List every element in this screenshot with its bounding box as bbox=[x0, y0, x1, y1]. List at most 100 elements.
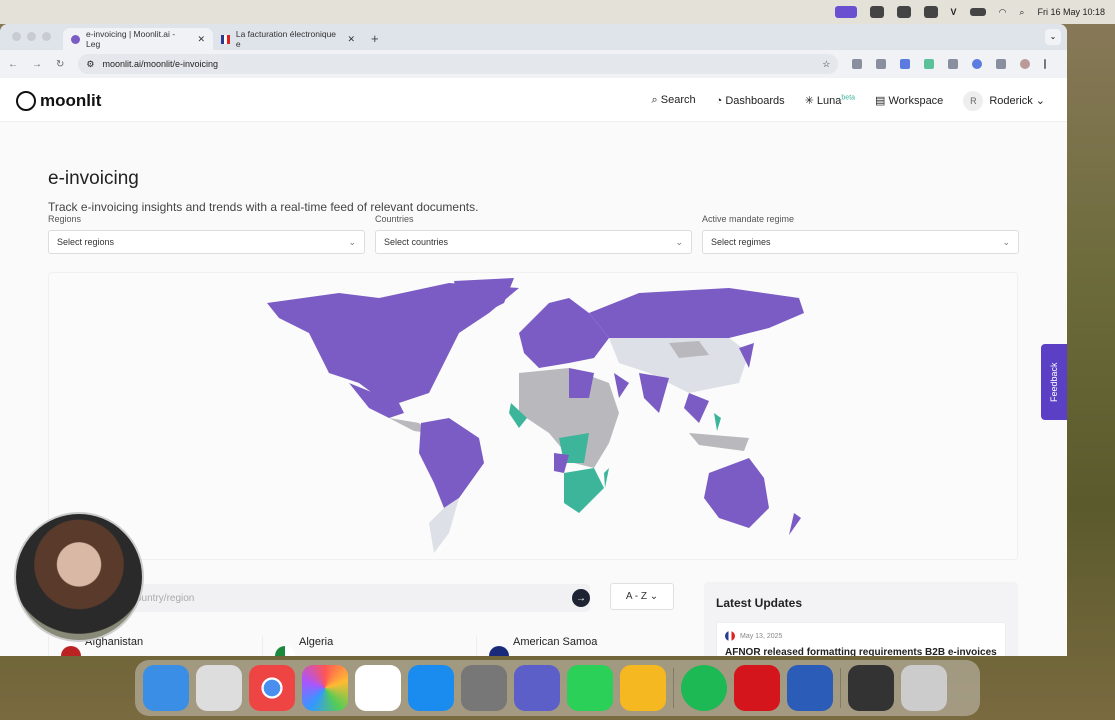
asia[interactable] bbox=[609, 338, 754, 451]
regions-select[interactable]: Select regions ⌄ bbox=[48, 230, 365, 254]
system-settings-icon[interactable] bbox=[461, 665, 507, 711]
moonlit-logo[interactable]: moonlit bbox=[16, 90, 101, 111]
reload-icon[interactable]: ↻ bbox=[56, 59, 64, 70]
top-nav: moonlit ⌕ Search ◔ Dashboards ✳ Lunabeta… bbox=[0, 80, 1067, 122]
country-name: Algeria bbox=[299, 636, 334, 648]
v-icon[interactable]: V bbox=[951, 7, 957, 17]
feedback-label: Feedback bbox=[1049, 362, 1059, 402]
nav-workspace[interactable]: ▤ Workspace bbox=[875, 94, 943, 107]
search-icon[interactable]: ⌕ bbox=[1019, 7, 1024, 18]
site-info-icon[interactable]: ⚙ bbox=[86, 59, 94, 70]
chevron-down-icon: ⌄ bbox=[649, 591, 659, 602]
france-flag-icon bbox=[725, 631, 735, 641]
finder-icon[interactable] bbox=[143, 665, 189, 711]
filter-label: Countries bbox=[375, 214, 414, 224]
search-icon: ⌕ bbox=[651, 94, 661, 106]
filter-label: Regions bbox=[48, 214, 82, 224]
french-gov-favicon-icon bbox=[221, 34, 230, 44]
whatsapp-icon[interactable] bbox=[567, 665, 613, 711]
page-title: e-invoicing bbox=[48, 168, 139, 189]
teams-icon[interactable] bbox=[514, 665, 560, 711]
europe[interactable] bbox=[519, 298, 609, 368]
russia[interactable] bbox=[589, 288, 804, 338]
address-bar[interactable]: ⚙ moonlit.ai/moonlit/e-invoicing ☆ bbox=[78, 54, 839, 74]
launchpad-icon[interactable] bbox=[196, 665, 242, 711]
regions-filter: Regions Select regions ⌄ bbox=[48, 214, 365, 254]
update-item[interactable]: May 13, 2025 AFNOR released formatting r… bbox=[716, 622, 1006, 656]
chevron-down-icon: ⌄ bbox=[348, 236, 356, 247]
extension-icon[interactable] bbox=[972, 59, 983, 69]
window-controls[interactable] bbox=[12, 32, 51, 41]
update-title: AFNOR released formatting requirements B… bbox=[725, 647, 997, 656]
app-icon[interactable] bbox=[923, 6, 938, 18]
american-samoa-flag-icon bbox=[489, 646, 509, 656]
user-name: Roderick bbox=[989, 94, 1033, 107]
extensions bbox=[852, 59, 1047, 69]
latest-updates-panel: Latest Updates May 13, 2025 AFNOR releas… bbox=[704, 582, 1018, 656]
forward-icon[interactable]: → bbox=[32, 59, 42, 70]
chevron-down-icon: ⌄ bbox=[1002, 236, 1010, 247]
extension-icon[interactable] bbox=[948, 59, 959, 69]
extension-icon[interactable] bbox=[900, 59, 911, 69]
word-icon[interactable] bbox=[787, 665, 833, 711]
puzzle-icon[interactable] bbox=[996, 59, 1007, 69]
acrobat-icon[interactable] bbox=[734, 665, 780, 711]
battery-icon[interactable] bbox=[969, 8, 986, 16]
nav-luna[interactable]: ✳ Lunabeta bbox=[805, 94, 855, 107]
country-card[interactable]: American Samoa bbox=[476, 636, 666, 656]
trash-icon[interactable] bbox=[901, 665, 947, 711]
oceania[interactable] bbox=[704, 458, 801, 535]
screen-share-icon[interactable] bbox=[834, 6, 857, 18]
close-tab-icon[interactable]: ✕ bbox=[197, 34, 205, 45]
browser-window: e-invoicing | Moonlit.ai - Leg ✕ La factu… bbox=[0, 24, 1067, 656]
app-icon[interactable] bbox=[896, 6, 911, 18]
datetime[interactable]: Fri 16 May 10:18 bbox=[1037, 7, 1105, 17]
app-icon[interactable] bbox=[869, 6, 884, 18]
photos-icon[interactable] bbox=[302, 665, 348, 711]
chevron-down-icon: ⌄ bbox=[1035, 94, 1045, 107]
extension-icon[interactable] bbox=[876, 59, 887, 69]
country-name: American Samoa bbox=[513, 636, 598, 648]
more-menu-icon[interactable] bbox=[1044, 59, 1047, 69]
tab-e-invoicing[interactable]: e-invoicing | Moonlit.ai - Leg ✕ bbox=[63, 28, 213, 50]
select-placeholder: Select regimes bbox=[711, 237, 771, 247]
wifi-icon[interactable]: ◠ bbox=[999, 7, 1007, 18]
nav-search[interactable]: ⌕ Search bbox=[652, 94, 696, 107]
arrow-right-icon[interactable]: → bbox=[572, 589, 590, 607]
nav-dashboards[interactable]: ◔ Dashboards bbox=[716, 95, 785, 107]
updates-title: Latest Updates bbox=[716, 596, 803, 610]
user-menu[interactable]: R Roderick ⌄ bbox=[963, 90, 1045, 111]
world-map[interactable] bbox=[48, 272, 1018, 560]
country-card[interactable]: Algeria bbox=[262, 636, 452, 656]
countries-select[interactable]: Select countries ⌄ bbox=[375, 230, 692, 254]
search-placeholder: ountry/region bbox=[136, 592, 195, 604]
algeria-flag-icon bbox=[275, 646, 295, 656]
tab-facturation[interactable]: La facturation électronique e ✕ bbox=[213, 28, 363, 50]
reminders-icon[interactable] bbox=[355, 665, 401, 711]
tab-search-button[interactable]: ⌄ bbox=[1045, 29, 1061, 45]
tab-label: La facturation électronique e bbox=[235, 29, 337, 49]
extension-icon[interactable] bbox=[852, 59, 863, 69]
chrome-icon[interactable] bbox=[249, 665, 295, 711]
south-america[interactable] bbox=[419, 418, 484, 553]
recent-document-icon[interactable] bbox=[848, 665, 894, 711]
afghanistan-flag-icon bbox=[61, 646, 81, 656]
profile-avatar[interactable] bbox=[1020, 59, 1031, 69]
app-store-icon[interactable] bbox=[408, 665, 454, 711]
keep-icon[interactable] bbox=[620, 665, 666, 711]
sort-dropdown[interactable]: A - Z ⌄ bbox=[610, 583, 674, 610]
menu-bar: V ◠ ⌕ Fri 16 May 10:18 bbox=[0, 0, 1115, 24]
feedback-tab[interactable]: Feedback bbox=[1041, 344, 1067, 420]
bookmark-star-icon[interactable]: ☆ bbox=[822, 59, 830, 70]
close-tab-icon[interactable]: ✕ bbox=[347, 34, 355, 45]
page-subtitle: Track e-invoicing insights and trends wi… bbox=[48, 200, 479, 214]
africa[interactable] bbox=[509, 368, 629, 513]
update-date: May 13, 2025 bbox=[740, 632, 783, 640]
extension-icon[interactable] bbox=[924, 59, 935, 69]
new-tab-button[interactable]: + bbox=[371, 31, 379, 46]
regime-select[interactable]: Select regimes ⌄ bbox=[702, 230, 1019, 254]
spotify-icon[interactable] bbox=[681, 665, 727, 711]
back-icon[interactable]: ← bbox=[8, 59, 18, 70]
address-bar-row: ← → ↻ ⚙ moonlit.ai/moonlit/e-invoicing ☆ bbox=[0, 50, 1067, 78]
dock-separator bbox=[840, 668, 841, 708]
